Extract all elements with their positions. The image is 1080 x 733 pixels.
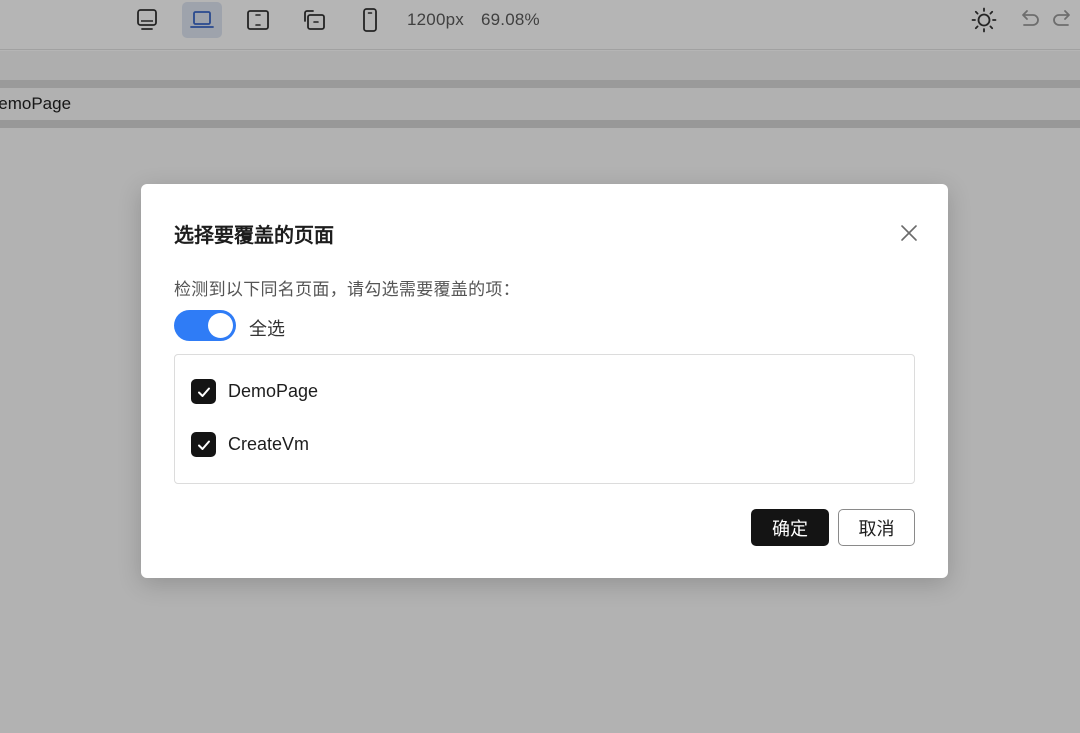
list-item-demopage[interactable]: DemoPage (191, 379, 318, 404)
list-item-createvm[interactable]: CreateVm (191, 432, 309, 457)
close-icon (901, 225, 917, 241)
checkbox-checked[interactable] (191, 432, 216, 457)
checkmark-icon (197, 440, 210, 450)
list-item-label: CreateVm (228, 434, 310, 454)
checkbox-checked[interactable] (191, 379, 216, 404)
toggle-knob (208, 313, 233, 338)
list-item-label: DemoPage (228, 381, 319, 401)
confirm-button[interactable]: 确定 (751, 509, 829, 546)
select-all-toggle[interactable] (174, 310, 236, 341)
overwrite-pages-dialog: 选择要覆盖的页面 检测到以下同名页面，请勾选需要覆盖的项： 全选 DemoPag… (141, 184, 948, 578)
cancel-button[interactable]: 取消 (838, 509, 915, 546)
dialog-title: 选择要覆盖的页面 (174, 225, 334, 247)
close-button[interactable] (897, 221, 921, 245)
checkmark-icon (197, 387, 210, 397)
select-all-label: 全选 (249, 319, 285, 339)
dialog-description: 检测到以下同名页面，请勾选需要覆盖的项： (174, 280, 520, 299)
page-list: DemoPage CreateVm (174, 354, 915, 484)
